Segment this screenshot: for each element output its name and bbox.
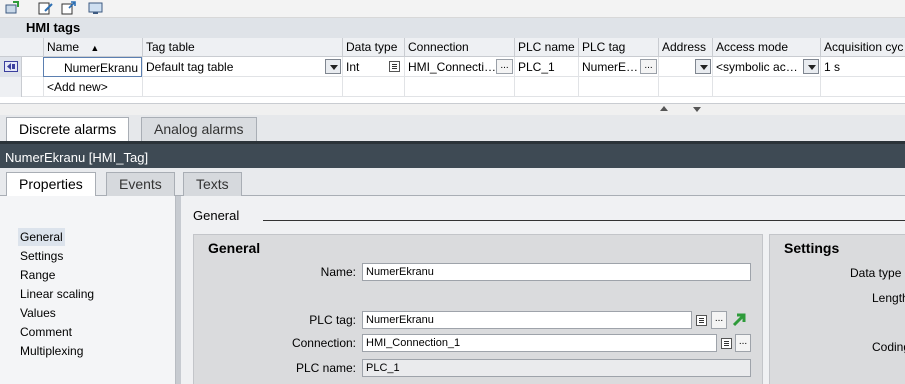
properties-content: General General Name: NumerEkranu PLC ta… bbox=[181, 196, 905, 384]
nav-item-multiplexing[interactable]: Multiplexing bbox=[18, 342, 85, 360]
add-new-row[interactable]: <Add new> bbox=[0, 77, 905, 97]
column-header-tag-table[interactable]: Tag table bbox=[142, 38, 342, 57]
plc-tag-cell[interactable]: NumerE… ... bbox=[578, 57, 658, 77]
row-selector bbox=[0, 77, 22, 97]
tab-properties[interactable]: Properties bbox=[6, 172, 96, 196]
section-heading: General bbox=[193, 208, 240, 223]
toolbar bbox=[0, 0, 905, 18]
hmi-tags-table: Name ▲ Tag table Data type Connection PL… bbox=[0, 38, 905, 104]
plc-tag-field[interactable]: NumerEkranu bbox=[362, 311, 692, 329]
settings-box-title: Settings bbox=[784, 240, 840, 256]
tab-discrete-alarms[interactable]: Discrete alarms bbox=[6, 117, 130, 141]
address-dropdown-icon[interactable] bbox=[695, 59, 711, 74]
column-header-address[interactable]: Address bbox=[658, 38, 712, 57]
table-row[interactable]: NumerEkranu Default tag table Int HMI_Co… bbox=[0, 57, 905, 77]
edit-icon[interactable] bbox=[38, 1, 54, 15]
properties-tabs: Properties Events Texts bbox=[0, 168, 905, 196]
horizontal-scrollbar[interactable] bbox=[0, 103, 905, 115]
add-tag-icon[interactable] bbox=[4, 1, 20, 15]
sort-ascending-icon: ▲ bbox=[90, 43, 100, 53]
inspector-title: NumerEkranu [HMI_Tag] bbox=[0, 141, 905, 168]
tab-texts[interactable]: Texts bbox=[183, 172, 242, 196]
header-spacer bbox=[22, 38, 43, 57]
scroll-right-icon[interactable] bbox=[693, 107, 701, 112]
tag-icon bbox=[4, 61, 18, 75]
access-mode-dropdown-icon[interactable] bbox=[803, 59, 819, 74]
tag-table-cell[interactable]: Default tag table bbox=[142, 57, 342, 77]
row-selector[interactable] bbox=[0, 57, 22, 77]
tab-events[interactable]: Events bbox=[106, 172, 175, 196]
general-box: General Name: NumerEkranu PLC tag: Numer… bbox=[193, 234, 763, 384]
nav-item-range[interactable]: Range bbox=[18, 266, 57, 284]
column-header-name[interactable]: Name ▲ bbox=[43, 38, 142, 57]
empty-cell bbox=[514, 77, 578, 97]
connection-cell[interactable]: HMI_Connecti… ... bbox=[404, 57, 514, 77]
table-header: Name ▲ Tag table Data type Connection PL… bbox=[0, 38, 905, 57]
connection-label: Connection: bbox=[291, 336, 356, 350]
access-mode-cell[interactable]: <symbolic ac… bbox=[712, 57, 820, 77]
list-icon[interactable] bbox=[721, 338, 732, 349]
column-header-connection[interactable]: Connection bbox=[404, 38, 514, 57]
empty-cell bbox=[658, 77, 712, 97]
data-type-label: Data type bbox=[850, 266, 902, 280]
empty-cell bbox=[578, 77, 658, 97]
plc-name-field: PLC_1 bbox=[362, 359, 751, 377]
tab-analog-alarms[interactable]: Analog alarms bbox=[141, 117, 257, 141]
data-type-cell[interactable]: Int bbox=[342, 57, 404, 77]
connection-browse-button[interactable]: ... bbox=[735, 334, 751, 352]
empty-cell bbox=[820, 77, 905, 97]
empty-cell bbox=[712, 77, 820, 97]
plc-name-label: PLC name: bbox=[295, 361, 356, 375]
connection-browse-button[interactable]: ... bbox=[496, 59, 513, 74]
general-box-title: General bbox=[208, 240, 261, 256]
alarm-tabs: Discrete alarms Analog alarms bbox=[0, 115, 905, 141]
column-header-data-type[interactable]: Data type bbox=[342, 38, 404, 57]
name-field[interactable]: NumerEkranu bbox=[362, 263, 751, 281]
plc-name-cell[interactable]: PLC_1 bbox=[514, 57, 578, 77]
nav-item-comment[interactable]: Comment bbox=[18, 323, 74, 341]
add-new-cell[interactable]: <Add new> bbox=[43, 77, 142, 97]
empty-cell bbox=[142, 77, 342, 97]
list-icon[interactable] bbox=[389, 61, 400, 72]
plc-tag-browse-button[interactable]: ... bbox=[640, 59, 657, 74]
nav-item-settings[interactable]: Settings bbox=[18, 247, 65, 265]
hmi-tags-title: HMI tags bbox=[0, 18, 905, 38]
column-header-access-mode[interactable]: Access mode bbox=[712, 38, 820, 57]
tag-table-dropdown-icon[interactable] bbox=[325, 59, 341, 74]
list-icon[interactable] bbox=[696, 315, 707, 326]
monitor-icon[interactable] bbox=[88, 1, 104, 15]
name-label: Name: bbox=[320, 265, 356, 279]
acquisition-cycle-cell[interactable]: 1 s bbox=[820, 57, 905, 77]
properties-nav: General Settings Range Linear scaling Va… bbox=[0, 196, 176, 384]
coding-label: Coding bbox=[872, 340, 905, 354]
section-divider bbox=[263, 220, 905, 221]
nav-item-general[interactable]: General bbox=[18, 228, 65, 246]
nav-item-values[interactable]: Values bbox=[18, 304, 58, 322]
column-header-plc-tag[interactable]: PLC tag bbox=[578, 38, 658, 57]
address-cell[interactable] bbox=[658, 57, 712, 77]
plc-tag-browse-button[interactable]: ... bbox=[711, 311, 727, 329]
scroll-left-icon[interactable] bbox=[660, 106, 668, 111]
length-label: Length bbox=[872, 291, 905, 305]
go-to-arrow-icon[interactable] bbox=[731, 312, 747, 331]
name-cell[interactable]: NumerEkranu bbox=[43, 57, 142, 77]
column-header-plc-name[interactable]: PLC name bbox=[514, 38, 578, 57]
column-header-acquisition-cycle[interactable]: Acquisition cyc bbox=[820, 38, 905, 57]
connection-field[interactable]: HMI_Connection_1 bbox=[362, 334, 717, 352]
export-icon[interactable] bbox=[61, 1, 77, 15]
plc-tag-label: PLC tag: bbox=[309, 313, 356, 327]
nav-item-linear-scaling[interactable]: Linear scaling bbox=[18, 285, 96, 303]
empty-cell bbox=[342, 77, 404, 97]
empty-cell bbox=[404, 77, 514, 97]
settings-box: Settings Data type Length Coding bbox=[769, 234, 905, 384]
